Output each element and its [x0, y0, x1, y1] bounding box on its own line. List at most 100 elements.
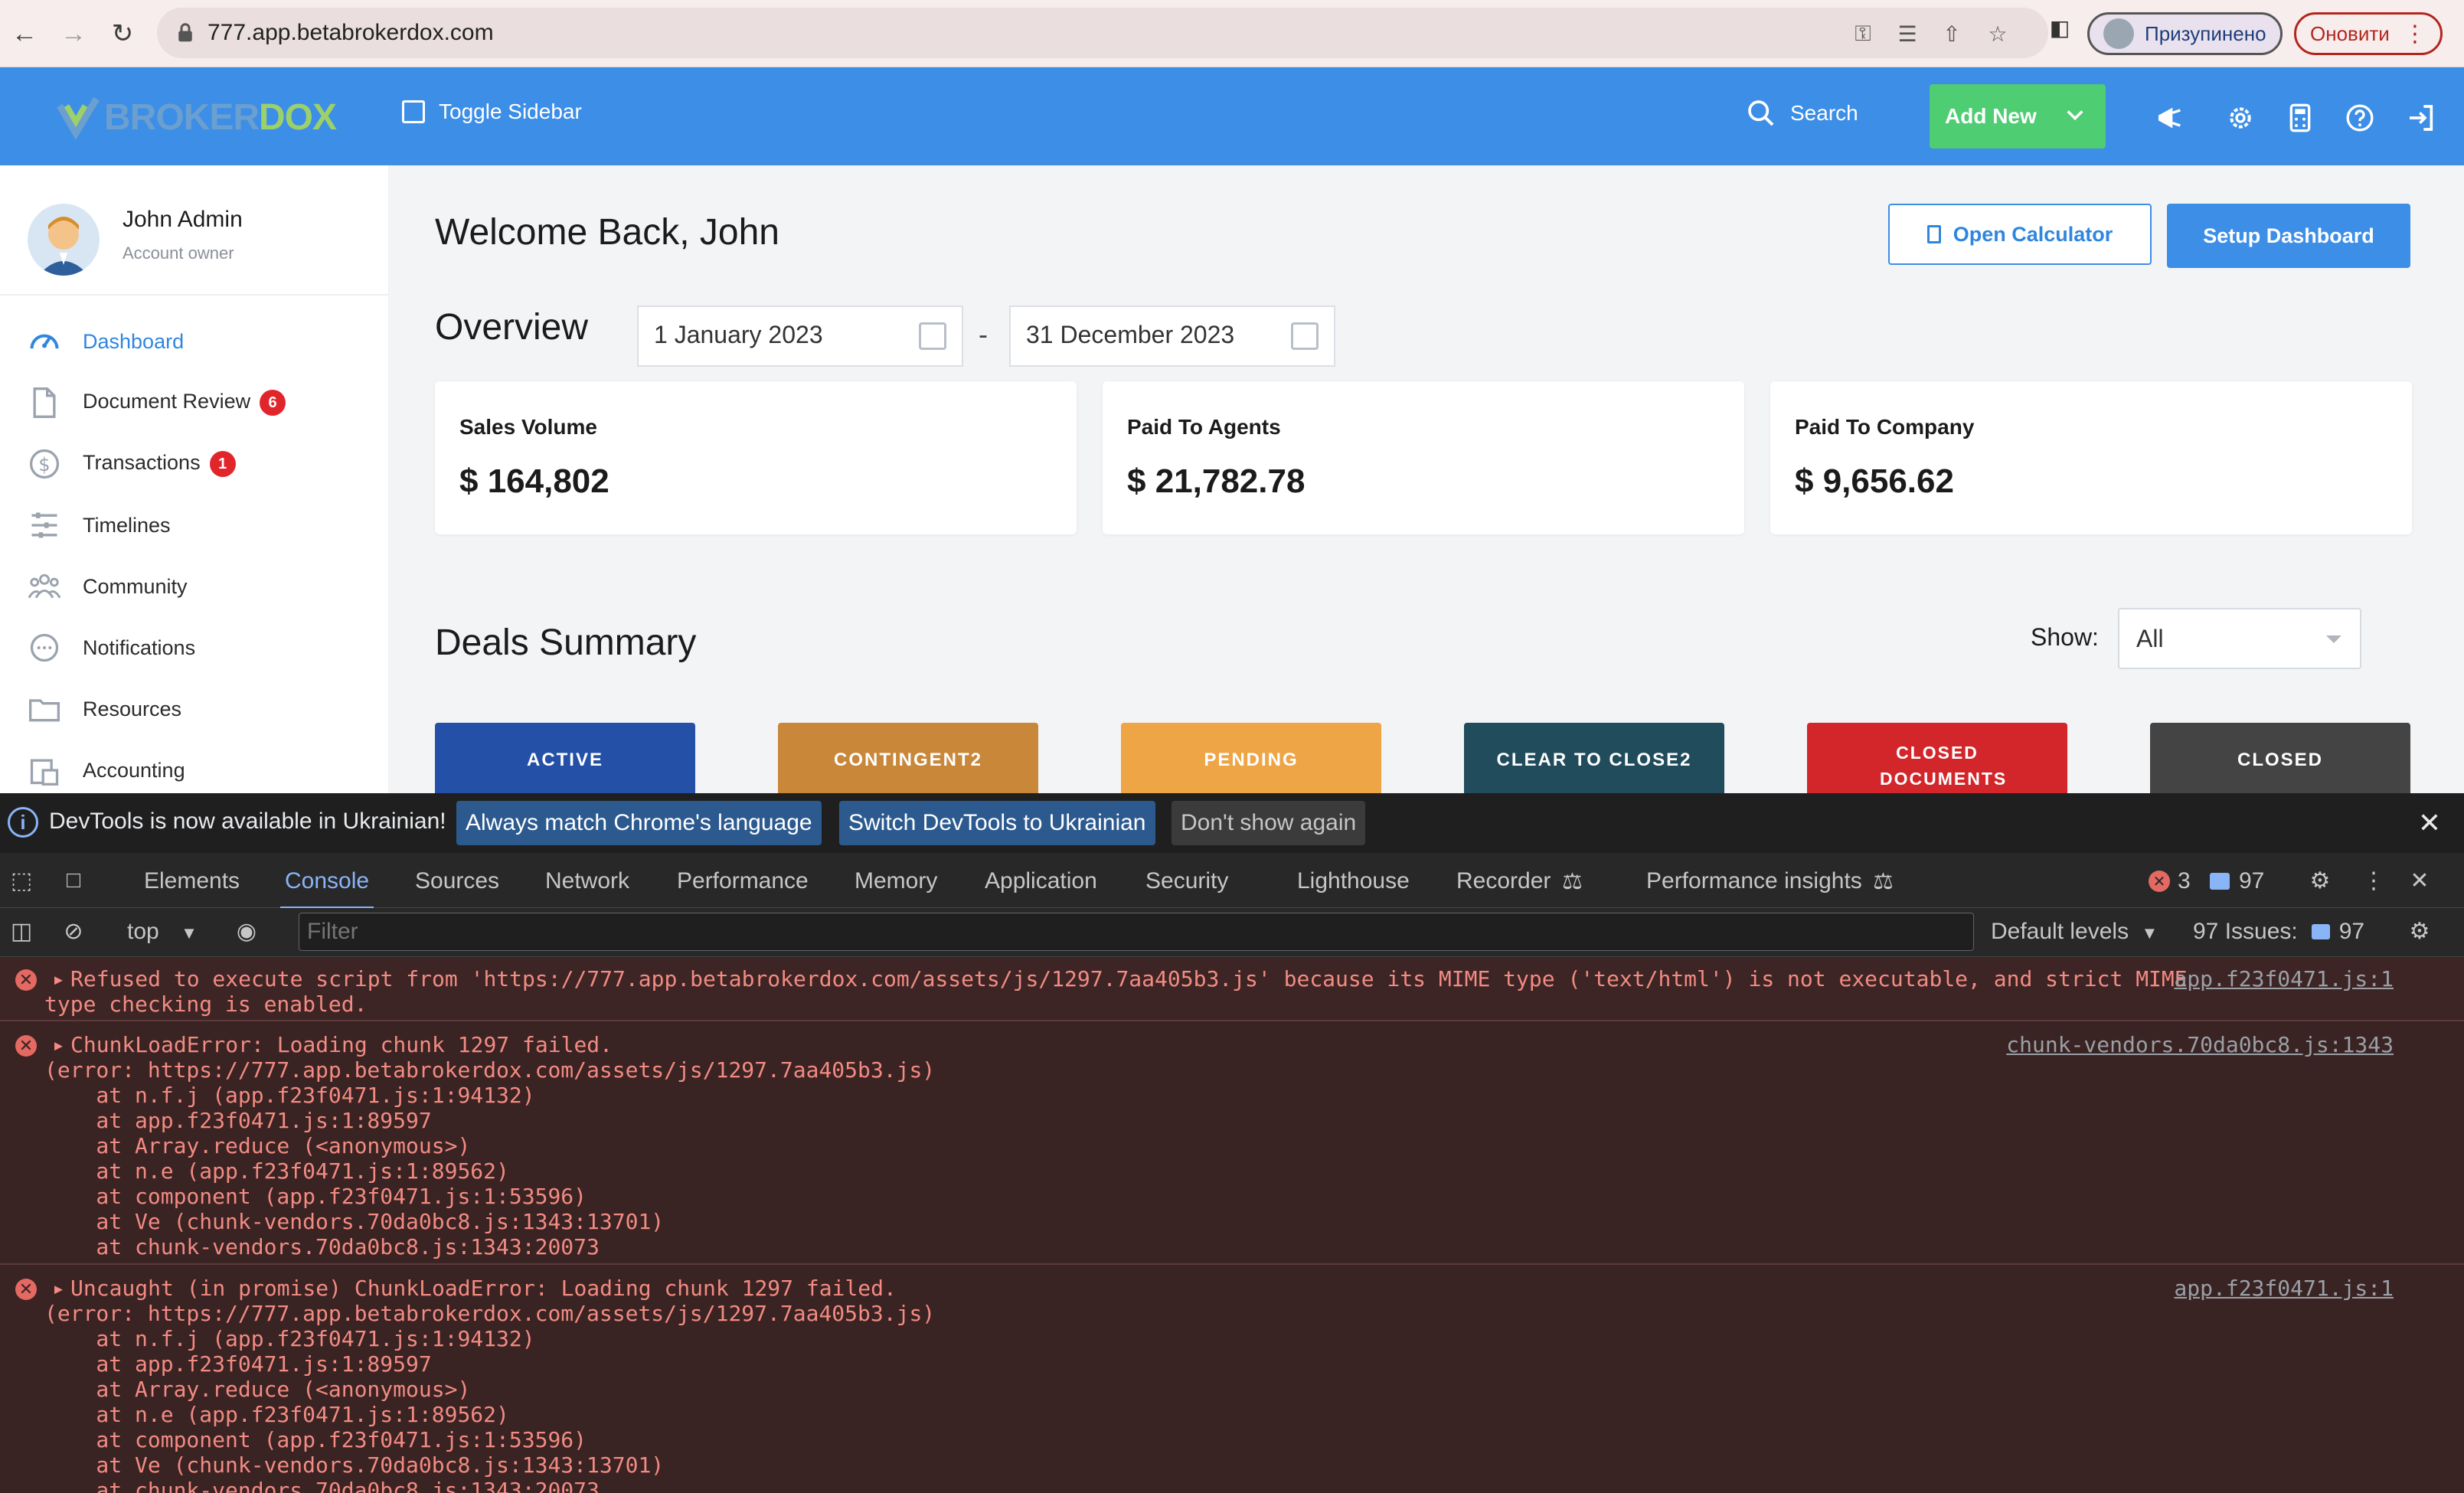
megaphone-icon[interactable]: [2153, 101, 2187, 135]
settings-gear-icon[interactable]: [2224, 101, 2257, 135]
dont-show-again-button[interactable]: Don't show again: [1172, 801, 1366, 845]
sidebar-item-timelines[interactable]: Timelines: [0, 495, 389, 556]
error-counter[interactable]: ✕ 3: [2149, 868, 2191, 894]
toggle-sidebar-label: Toggle Sidebar: [439, 100, 582, 123]
logo-mark-icon: [57, 96, 100, 140]
tab-console[interactable]: Console: [279, 868, 374, 910]
deal-stage-active[interactable]: ACTIVE: [435, 723, 695, 793]
expand-triangle-icon[interactable]: ▸: [52, 966, 65, 992]
eye-icon[interactable]: ◉: [231, 916, 262, 946]
page-title: Welcome Back, John: [435, 212, 779, 253]
calendar-icon[interactable]: [919, 322, 946, 350]
sidebar-item-notifications[interactable]: Notifications: [0, 617, 389, 678]
deal-stage-pending[interactable]: PENDING: [1121, 723, 1381, 793]
sidebar-item-transactions[interactable]: $ Transactions 1: [0, 433, 389, 495]
devtools-close-icon[interactable]: ✕: [2404, 865, 2435, 896]
search-button[interactable]: Search: [1746, 98, 1858, 129]
devtools-settings-icon[interactable]: ⚙: [2305, 865, 2335, 896]
site-info-icon[interactable]: [174, 21, 197, 44]
log-levels-dropdown[interactable]: Default levels ▼: [1991, 919, 2158, 945]
console-settings-icon[interactable]: ⚙: [2404, 916, 2435, 946]
back-icon[interactable]: ←: [6, 15, 43, 52]
setup-dashboard-button[interactable]: Setup Dashboard: [2167, 204, 2410, 268]
tab-recorder[interactable]: Recorder: [1456, 868, 1551, 894]
date-from-input[interactable]: 1 January 2023: [637, 305, 963, 367]
key-icon[interactable]: ⚿: [1849, 20, 1877, 47]
tab-security[interactable]: Security: [1145, 868, 1228, 894]
tab-performance-insights[interactable]: Performance insights: [1646, 868, 1862, 894]
forward-icon[interactable]: →: [55, 15, 92, 52]
sidebar-item-label: Timelines: [83, 513, 171, 537]
switch-devtools-language-button[interactable]: Switch DevTools to Ukrainian: [839, 801, 1155, 845]
error-source-link[interactable]: app.f23f0471.js:1: [2174, 1276, 2394, 1301]
clear-console-icon[interactable]: ⊘: [58, 916, 89, 946]
deal-stage-closed[interactable]: CLOSED: [2150, 723, 2410, 793]
infobar-message: DevTools is now available in Ukrainian!: [49, 809, 446, 834]
tab-memory[interactable]: Memory: [855, 868, 937, 894]
folder-icon: [29, 699, 60, 722]
stack-frame: at component (app.f23f0471.js:1:53596): [44, 1427, 587, 1452]
share-icon[interactable]: ⇧: [1938, 20, 1966, 47]
deal-stage-closed-documents-required[interactable]: CLOSED DOCUMENTS REQUIRED2: [1807, 723, 2067, 815]
show-filter-select[interactable]: All: [2118, 608, 2361, 669]
deal-stage-clear-to-close[interactable]: CLEAR TO CLOSE2: [1464, 723, 1724, 793]
add-new-button[interactable]: Add New: [1930, 84, 2106, 149]
logout-icon[interactable]: [2404, 101, 2438, 135]
calculator-icon[interactable]: [2283, 101, 2317, 135]
date-to-value: 31 December 2023: [1026, 321, 1235, 348]
sidebar-item-document-review[interactable]: Document Review 6: [0, 372, 389, 433]
tab-lighthouse[interactable]: Lighthouse: [1297, 868, 1410, 894]
context-selector[interactable]: top ▼: [127, 919, 198, 945]
error-source-link[interactable]: chunk-vendors.70da0bc8.js:1343: [2006, 1032, 2394, 1057]
devtools-menu-icon[interactable]: ⋮: [2358, 865, 2389, 896]
brokerdox-logo[interactable]: BROKERDOX: [55, 90, 337, 144]
url-text[interactable]: 777.app.betabrokerdox.com: [208, 18, 494, 47]
sidebar-item-accounting[interactable]: Accounting: [0, 740, 389, 801]
close-icon[interactable]: ✕: [2418, 807, 2441, 839]
sidebar-item-dashboard[interactable]: Dashboard: [0, 311, 389, 372]
issues-button[interactable]: 97 Issues: 97: [2193, 919, 2364, 945]
expand-triangle-icon[interactable]: ▸: [52, 1276, 65, 1301]
console-error-message[interactable]: ✕ ▸ ChunkLoadError: Loading chunk 1297 f…: [0, 1021, 2464, 1265]
help-icon[interactable]: [2343, 101, 2377, 135]
tab-application[interactable]: Application: [985, 868, 1097, 894]
sidebar-item-community[interactable]: Community: [0, 556, 389, 617]
update-button[interactable]: Оновити ⋮: [2294, 12, 2443, 55]
kebab-menu-icon: ⋮: [2403, 21, 2426, 47]
bookmark-star-icon[interactable]: ☆: [1984, 20, 2011, 47]
issues-count: 97: [2338, 919, 2365, 944]
error-source-link[interactable]: app.f23f0471.js:1: [2174, 966, 2394, 992]
always-match-language-button[interactable]: Always match Chrome's language: [456, 801, 822, 845]
deals-summary-heading: Deals Summary: [435, 622, 697, 663]
console-filter-input[interactable]: [299, 913, 1974, 951]
tab-elements[interactable]: Elements: [144, 868, 240, 894]
tab-performance[interactable]: Performance: [677, 868, 809, 894]
sidebar-item-resources[interactable]: Resources: [0, 678, 389, 740]
stat-card-paid-to-company: Paid To Company $ 9,656.62: [1770, 381, 2412, 534]
expand-triangle-icon[interactable]: ▸: [52, 1032, 65, 1057]
device-toolbar-icon[interactable]: □: [58, 865, 89, 896]
toggle-sidebar-button[interactable]: Toggle Sidebar: [402, 100, 582, 124]
error-text: Uncaught (in promise) ChunkLoadError: Lo…: [70, 1276, 897, 1301]
console-error-message[interactable]: ✕ ▸ Refused to execute script from 'http…: [0, 957, 2464, 1021]
console-error-message[interactable]: ✕ ▸ Uncaught (in promise) ChunkLoadError…: [0, 1265, 2464, 1493]
address-bar[interactable]: 777.app.betabrokerdox.com ⚿ ☰ ⇧ ☆: [157, 8, 2048, 58]
user-profile[interactable]: John Admin Account owner: [0, 165, 389, 296]
error-text: (error: https://777.app.betabrokerdox.co…: [44, 1301, 936, 1326]
tab-sources[interactable]: Sources: [415, 868, 499, 894]
date-to-input[interactable]: 31 December 2023: [1009, 305, 1335, 367]
translate-icon[interactable]: ☰: [1894, 20, 1921, 47]
reload-icon[interactable]: ↻: [104, 15, 141, 52]
profile-button[interactable]: Призупинено: [2087, 12, 2283, 55]
stack-frame: at n.e (app.f23f0471.js:1:89562): [44, 1402, 509, 1427]
message-counter[interactable]: 97: [2210, 868, 2264, 894]
stack-frame: at Ve (chunk-vendors.70da0bc8.js:1343:13…: [44, 1452, 665, 1478]
inspect-element-icon[interactable]: ⬚: [6, 865, 37, 896]
stack-frame: at Array.reduce (<anonymous>): [44, 1133, 471, 1158]
side-panel-icon[interactable]: ◧: [2044, 12, 2075, 43]
deal-stage-contingent[interactable]: CONTINGENT2: [778, 723, 1038, 793]
tab-network[interactable]: Network: [545, 868, 629, 894]
sidebar-toggle-icon[interactable]: ◫: [6, 916, 37, 946]
open-calculator-button[interactable]: Open Calculator: [1888, 204, 2152, 265]
calendar-icon[interactable]: [1291, 322, 1319, 350]
